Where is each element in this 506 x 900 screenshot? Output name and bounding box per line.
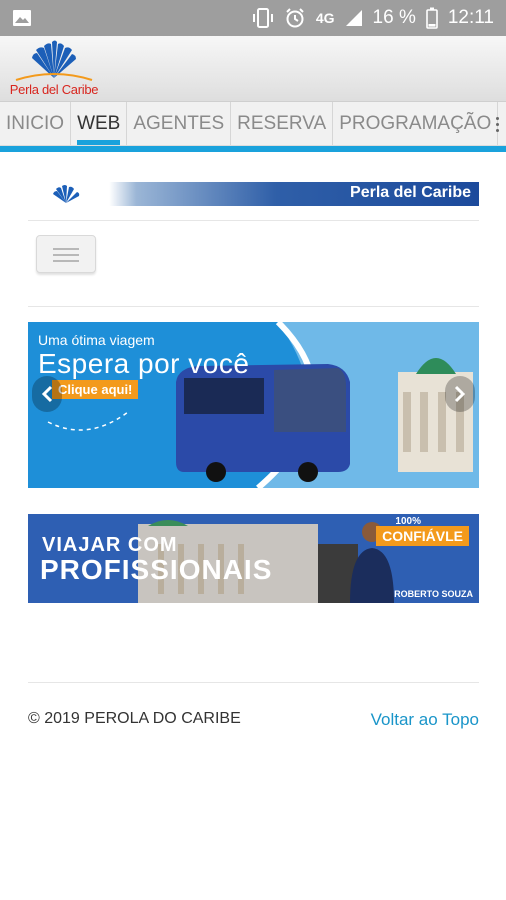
divider [28, 220, 479, 221]
ad-badge: CONFIÁVLE [376, 526, 469, 546]
app-header: Perla del Caribe [0, 36, 506, 102]
alarm-icon [284, 7, 306, 29]
vibrate-icon [252, 7, 274, 29]
battery-icon [426, 7, 438, 29]
chevron-left-icon [41, 385, 53, 403]
overflow-menu-icon[interactable] [488, 102, 506, 146]
footer-copyright: © 2019 PEROLA DO CARIBE [28, 710, 241, 727]
ad-title-line2: PROFISSIONAIS [40, 554, 273, 585]
slide-subtitle: Uma ótima viagem [38, 332, 155, 348]
image-icon [12, 8, 32, 28]
promo-carousel[interactable]: Uma ótima viagem Espera por você Clique … [28, 322, 479, 488]
carousel-next-button[interactable] [445, 376, 475, 412]
battery-percent: 16 % [372, 7, 416, 28]
network-type: 4G [315, 10, 335, 26]
back-to-top-link[interactable]: Voltar ao Topo [371, 710, 479, 730]
app-logo[interactable]: Perla del Caribe [6, 38, 102, 100]
chevron-right-icon [454, 385, 466, 403]
signal-icon [345, 9, 363, 27]
hamburger-menu-button[interactable] [36, 235, 96, 273]
professionals-ad-banner[interactable]: VIAJAR COM PROFISSIONAIS 100% CONFIÁVLE … [28, 514, 479, 603]
site-header-banner: Perla del Caribe [28, 182, 479, 206]
tab-reserva[interactable]: RESERVA [231, 102, 334, 145]
divider [28, 306, 479, 307]
tab-inicio[interactable]: INICIO [0, 102, 72, 145]
site-banner-title: Perla del Caribe [350, 184, 471, 201]
tab-agentes[interactable]: AGENTES [127, 102, 232, 145]
shell-logo-icon [53, 185, 80, 203]
slide-cta-button[interactable]: Clique aqui! [52, 380, 139, 399]
logo-text: Perla del Caribe [9, 82, 99, 97]
tab-web[interactable]: WEB [71, 102, 128, 145]
slide-title: Espera por você [38, 348, 250, 379]
clock-time: 12:11 [447, 7, 494, 28]
ad-person-name: ROBERTO SOUZA [394, 589, 473, 599]
divider [28, 682, 479, 683]
tab-bar: INICIO WEB AGENTES RESERVA PROGRAMAÇÃO [0, 102, 506, 146]
tab-underline-bar [0, 146, 506, 152]
tab-programacao[interactable]: PROGRAMAÇÃO [333, 102, 499, 145]
carousel-prev-button[interactable] [32, 376, 62, 412]
status-bar: 4G 16 % 12:11 [0, 0, 506, 36]
shell-logo-icon [15, 40, 93, 81]
